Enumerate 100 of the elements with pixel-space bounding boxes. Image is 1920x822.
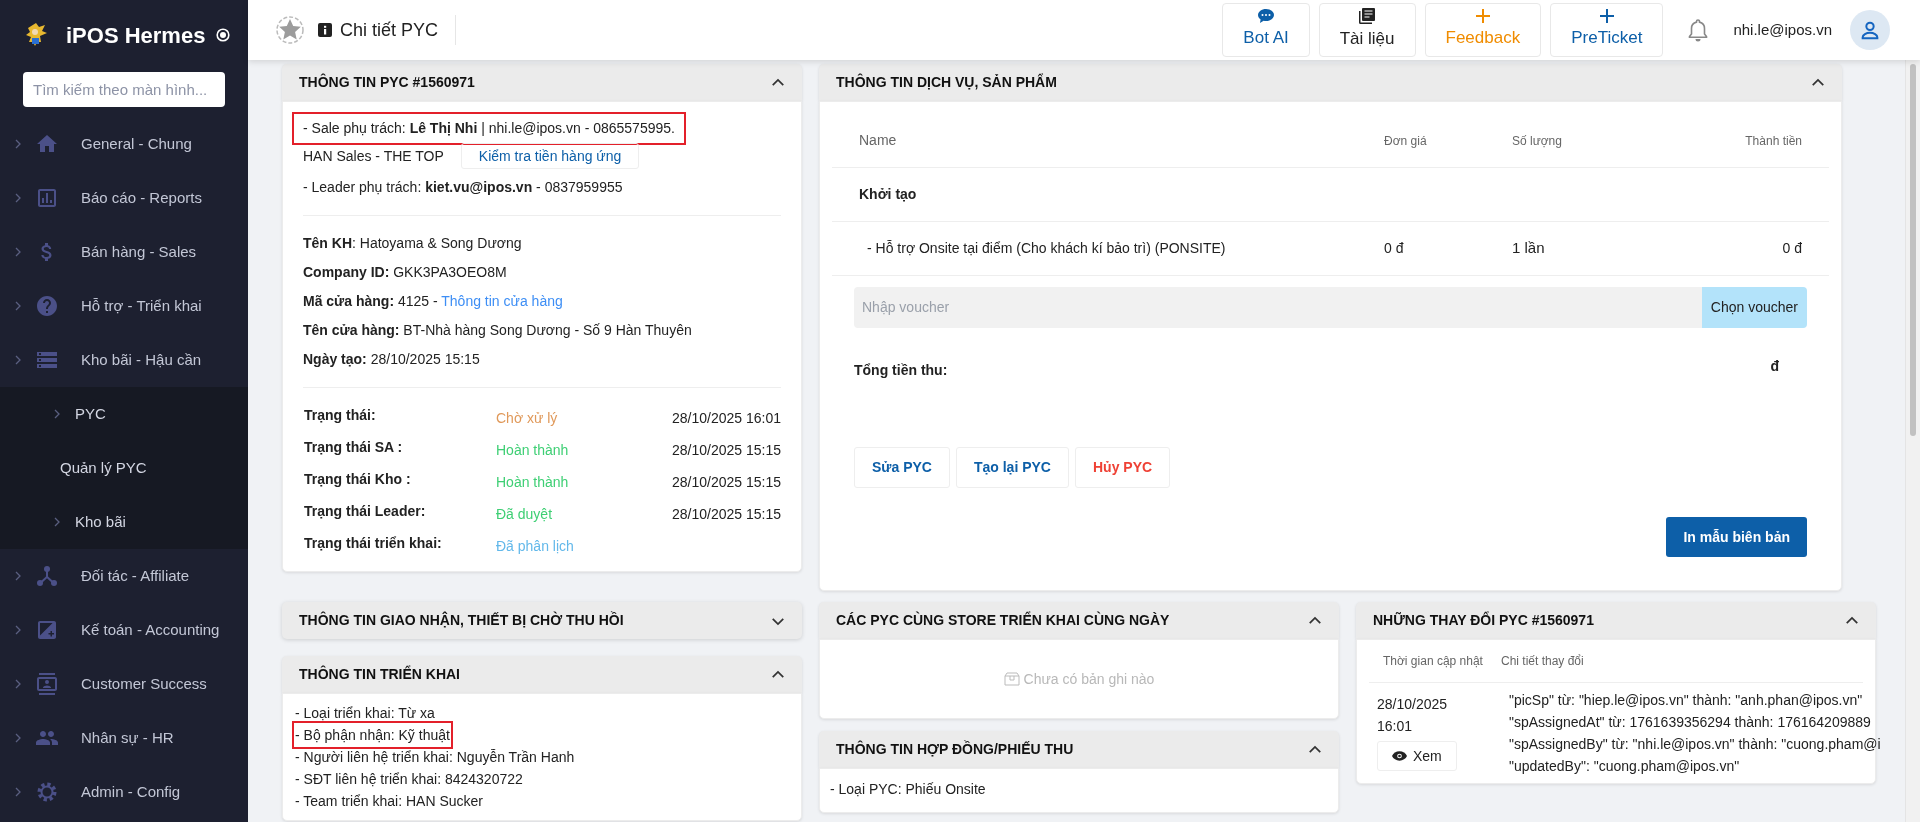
- submenu-item[interactable]: Quản lý PYC: [0, 441, 248, 495]
- total-label: Tổng tiền thu:: [854, 361, 948, 380]
- chevron-right-icon: [13, 625, 23, 635]
- status-time: 28/10/2025 15:15: [672, 441, 781, 460]
- collapse-chevron-icon[interactable]: [1308, 744, 1322, 755]
- chevron-right-icon: [13, 679, 23, 689]
- chevron-right-icon: [13, 247, 23, 257]
- print-button[interactable]: In mẫu biên bản: [1666, 517, 1807, 557]
- chevron-right-icon: [13, 193, 23, 203]
- table-cell-text: - Hỗ trợ Onsite tại điểm (Cho khách kí bảo trì) (PONSITE): [866, 239, 1227, 258]
- collapse-chevron-icon[interactable]: [1811, 77, 1825, 88]
- book-icon: [1359, 8, 1376, 25]
- collapse-chevron-icon[interactable]: [1308, 615, 1322, 626]
- chevron-right-icon: [13, 787, 23, 797]
- panel-header[interactable]: CÁC PYC CÙNG STORE TRIỂN KHAI CÙNG NGÀY: [819, 602, 1339, 639]
- user-email: nhi.le@ipos.vn: [1733, 19, 1832, 40]
- group-row-label: Khởi tạo: [859, 185, 918, 204]
- sidebar-item[interactable]: Nhân sự - HR: [0, 711, 248, 765]
- collapse-chevron-icon[interactable]: [1845, 615, 1859, 626]
- calculator-icon: [35, 618, 59, 642]
- plus-icon: [1475, 9, 1490, 24]
- action-button[interactable]: Sửa PYC: [854, 447, 950, 488]
- change-detail: "spAssignedAt" từ: 1761639356294 thành: 176164209889: [1509, 713, 1872, 732]
- status-time: 28/10/2025 15:15: [672, 505, 781, 524]
- bell-icon[interactable]: [1687, 18, 1710, 42]
- sidebar-item[interactable]: Kế toán - Accounting: [0, 603, 248, 657]
- deployment-info: - SĐT liên hệ triển khai: 8424320722: [295, 770, 523, 789]
- sidebar-item[interactable]: Đối tác - Affiliate: [0, 549, 248, 603]
- deployment-info: - Người liên hệ triển khai: Nguyễn Trần Hanh: [295, 748, 575, 767]
- chevron-right-icon: [52, 409, 62, 419]
- chevron-right-icon: [13, 139, 23, 149]
- deployment-info: - Team triển khai: HAN Sucker: [295, 792, 484, 811]
- panel-header[interactable]: THÔNG TIN DỊCH VỤ, SẢN PHẨM: [819, 64, 1842, 101]
- network-icon: [35, 564, 59, 588]
- table-cell-text: 0 đ: [1781, 239, 1802, 258]
- status-value: Hoàn thành: [496, 473, 570, 492]
- collapse-chevron-icon[interactable]: [771, 77, 785, 88]
- panel-header[interactable]: THÔNG TIN GIAO NHẬN, THIẾT BỊ CHỜ THU HỒI: [282, 602, 802, 639]
- chat-bubble-icon: [1258, 9, 1275, 24]
- column-header: Thời gian cập nhật: [1383, 653, 1484, 670]
- status-time: 28/10/2025 16:01: [672, 409, 781, 428]
- check-advance-button[interactable]: Kiểm tra tiền hàng ứng: [460, 143, 640, 169]
- sidebar-item[interactable]: Customer Success: [0, 657, 248, 711]
- panel-header[interactable]: NHỮNG THAY ĐỔI PYC #1560971: [1356, 602, 1876, 639]
- collapse-chevron-icon[interactable]: [771, 669, 785, 680]
- total-value: đ: [1770, 357, 1779, 376]
- view-button[interactable]: Xem: [1377, 741, 1457, 771]
- toolbar-button[interactable]: Bot AI: [1222, 3, 1310, 57]
- action-button[interactable]: Tạo lại PYC: [955, 447, 1069, 488]
- chevron-right-icon: [13, 301, 23, 311]
- column-header: Name: [859, 131, 898, 150]
- choose-voucher-button[interactable]: Chọn voucher: [1701, 287, 1807, 328]
- change-detail: "updatedBy": "cuong.pham@ipos.vn": [1509, 757, 1741, 776]
- empty-message: Chưa có bản ghi nào: [1023, 669, 1155, 689]
- status-value: Đã duyệt: [496, 505, 554, 524]
- customer-info: Ngày tạo: 28/10/2025 15:15: [303, 351, 480, 367]
- eye-icon: [1392, 751, 1407, 761]
- sidebar-item[interactable]: General - Chung: [0, 117, 248, 171]
- info-icon: [318, 23, 332, 37]
- sidebar-item[interactable]: Admin - Config: [0, 765, 248, 819]
- toolbar-button[interactable]: PreTicket: [1550, 3, 1664, 57]
- sidebar-item[interactable]: Hỗ trợ - Triển khai: [0, 279, 248, 333]
- status-label: Trạng thái Leader:: [304, 502, 427, 521]
- deployment-info: - Bộ phận nhận: Kỹ thuật: [295, 724, 450, 746]
- panel-header[interactable]: THÔNG TIN HỢP ĐỒNG/PHIẾU THU: [819, 731, 1339, 768]
- settings-icon: [35, 780, 59, 804]
- id-card-icon: [35, 672, 59, 696]
- submenu-item[interactable]: PYC: [0, 387, 248, 441]
- panel-header[interactable]: THÔNG TIN TRIỂN KHAI: [282, 656, 802, 693]
- action-button[interactable]: Hủy PYC: [1074, 447, 1171, 488]
- sidebar-item[interactable]: Bán hàng - Sales: [0, 225, 248, 279]
- search-field[interactable]: Tìm kiếm theo màn hình...: [23, 72, 225, 107]
- empty-box-icon: [1003, 672, 1020, 686]
- voucher-field[interactable]: Nhập voucher: [854, 287, 1702, 328]
- toolbar-button[interactable]: Tài liệu: [1318, 3, 1416, 57]
- user-avatar-icon[interactable]: [1850, 10, 1890, 50]
- sales-team: HAN Sales - THE TOP: [303, 146, 444, 166]
- brand-name: iPOS Hermes: [66, 21, 206, 50]
- help-icon: [35, 294, 59, 318]
- customer-info: Tên KH: Hatoyama & Song Dương: [303, 235, 522, 251]
- chevron-right-icon: [52, 517, 62, 527]
- sidebar-item[interactable]: Kho bãi - Hậu cần: [0, 333, 248, 387]
- expand-chevron-icon[interactable]: [771, 615, 785, 626]
- status-label: Trạng thái:: [304, 406, 377, 425]
- column-header: Thành tiền: [1744, 132, 1802, 150]
- submenu-item[interactable]: Kho bãi: [0, 495, 248, 549]
- panel-header[interactable]: THÔNG TIN PYC #1560971: [282, 64, 802, 101]
- status-value: Hoàn thành: [496, 441, 570, 460]
- radio-icon[interactable]: [216, 28, 230, 42]
- sale-info: - Sale phụ trách: Lê Thị Nhi | nhi.le@ipos.vn - 0865575995.: [295, 115, 683, 142]
- status-value: Chờ xử lý: [496, 409, 559, 428]
- change-detail: "picSp" từ: "hiep.le@ipos.vn" thành: "anh.phan@ipos.vn": [1509, 691, 1864, 710]
- status-label: Trạng thái triển khai:: [304, 534, 443, 553]
- customer-info: Tên cửa hàng: BT-Nhà hàng Song Dương - Số 9 Hàn Thuyên: [303, 322, 692, 338]
- chevron-right-icon: [13, 571, 23, 581]
- mascot-logo-icon: [24, 22, 48, 48]
- chevron-right-icon: [13, 733, 23, 743]
- status-label: Trạng thái Kho :: [304, 470, 412, 489]
- sidebar-item[interactable]: Báo cáo - Reports: [0, 171, 248, 225]
- status-value: Đã phân lịch: [496, 537, 575, 556]
